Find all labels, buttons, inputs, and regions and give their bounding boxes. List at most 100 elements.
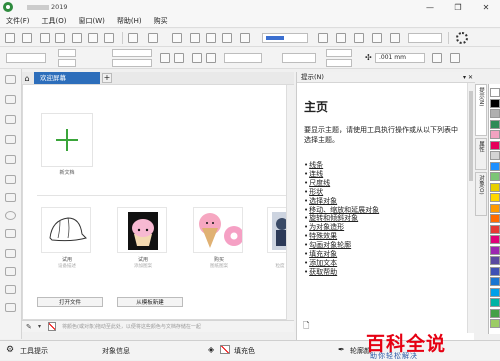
welcome-scrollbar[interactable] [286,85,294,321]
page-width-field[interactable] [112,49,152,57]
color-swatch[interactable] [490,140,500,150]
new-document-icon[interactable] [5,33,15,43]
color-swatch[interactable] [490,224,500,234]
tab-welcome-screen[interactable]: 欢迎屏幕 [34,72,100,84]
topic-link[interactable]: 勾画对象轮廓 [304,241,379,250]
save-icon[interactable] [40,33,50,43]
color-swatch[interactable] [490,203,500,213]
page-icon[interactable]: 🗋 [303,320,309,334]
template-tile-hat[interactable] [41,207,91,253]
parallel-dimension-tool-icon[interactable] [5,267,16,276]
height-field[interactable] [58,59,76,67]
new-from-template-button[interactable]: 从模板新建 [117,297,183,307]
dock-tab-properties[interactable]: 属性 [475,138,487,170]
duplicate-y-field[interactable] [326,59,352,67]
color-swatch[interactable] [490,98,500,108]
color-swatch[interactable] [490,298,500,307]
menu-file[interactable]: 文件(F) [0,16,36,26]
publish-pdf-icon[interactable] [222,33,232,43]
settings-gear-icon[interactable] [456,32,468,44]
ruler-icon[interactable] [354,33,364,43]
paste-icon[interactable] [104,33,114,43]
cut-icon[interactable] [72,33,82,43]
hints-scrollbar[interactable] [467,83,474,333]
color-swatch[interactable] [490,193,500,202]
redo-icon[interactable] [148,33,158,43]
topic-link[interactable]: 旋转和倾斜对象 [304,214,379,223]
page-height-field[interactable] [112,59,152,67]
nudge-offset-field[interactable]: .001 mm [375,53,425,63]
gear-icon[interactable]: ⚙ [6,345,14,355]
grid-icon[interactable] [336,33,346,43]
shape-tool-icon[interactable] [5,95,16,104]
width-field[interactable] [58,49,76,57]
snap-dropdown[interactable] [408,33,442,43]
hints-header-controls[interactable]: ▾ ✕ [463,72,473,83]
units-dropdown[interactable] [224,53,262,63]
menu-buy[interactable]: 购买 [148,16,174,26]
open-folder-icon[interactable] [22,33,32,43]
copy-icon[interactable] [88,33,98,43]
dropdown-arrow-icon[interactable]: ▾ [38,323,41,330]
snap-to-icon[interactable] [318,33,328,43]
crop-tool-icon[interactable] [5,115,16,124]
color-swatch[interactable] [490,119,500,129]
all-pages-icon[interactable] [192,53,202,63]
color-swatch[interactable] [490,151,500,160]
no-fill-swatch[interactable] [48,322,56,331]
color-swatch[interactable] [490,245,500,255]
color-swatch[interactable] [490,109,500,118]
open-file-button[interactable]: 打开文件 [37,297,103,307]
color-swatch[interactable] [490,266,500,276]
template-tile-cupcake[interactable] [117,207,167,253]
new-document-tile[interactable] [41,113,93,167]
color-swatch[interactable] [490,287,500,297]
topic-link[interactable]: 连线 [304,170,379,179]
polygon-tool-icon[interactable] [5,229,16,238]
close-button[interactable]: ✕ [472,0,500,14]
color-swatch[interactable] [490,256,500,265]
undo-icon[interactable] [128,33,138,43]
topic-link[interactable]: 获取帮助 [304,268,379,277]
page-options-icon[interactable] [432,53,442,63]
launch-icon[interactable] [390,33,400,43]
portrait-icon[interactable] [160,53,170,63]
export-icon[interactable] [206,33,216,43]
full-screen-icon[interactable] [240,33,250,43]
color-swatch[interactable] [490,172,500,181]
import-icon[interactable] [190,33,200,43]
pin-icon[interactable]: ✎ [26,323,32,331]
dock-tab-objects[interactable]: 对象(O) [475,172,487,216]
search-content-icon[interactable] [172,33,182,43]
guidelines-icon[interactable] [372,33,382,43]
topic-link[interactable]: 特殊效果 [304,232,379,241]
duplicate-x-field[interactable] [326,49,352,57]
current-page-icon[interactable] [206,53,216,63]
freehand-tool-icon[interactable] [5,155,16,164]
topic-link[interactable]: 添加文本 [304,259,379,268]
text-tool-icon[interactable] [5,249,16,258]
topic-link[interactable]: 选择对象 [304,197,379,206]
topic-link[interactable]: 为对象造形 [304,223,379,232]
options-icon[interactable] [450,53,460,63]
color-swatch[interactable] [490,235,500,244]
minimize-button[interactable]: — [416,0,444,14]
menu-tools[interactable]: 工具(O) [36,16,73,26]
page-size-dropdown[interactable] [6,53,46,63]
color-swatch[interactable] [490,88,500,97]
rectangle-tool-icon[interactable] [5,193,16,202]
color-swatch[interactable] [490,130,500,139]
zoom-tool-icon[interactable] [5,135,16,144]
color-swatch[interactable] [490,308,500,318]
color-swatch[interactable] [490,277,500,286]
color-swatch[interactable] [490,161,500,171]
artistic-media-tool-icon[interactable] [5,175,16,184]
nudge-distance-field[interactable] [282,53,316,63]
ellipse-tool-icon[interactable] [5,211,16,220]
zoom-level-dropdown[interactable] [262,33,308,43]
menu-help[interactable]: 帮助(H) [111,16,148,26]
topic-link[interactable]: 线条 [304,161,379,170]
home-icon[interactable]: ⌂ [22,72,32,84]
print-icon[interactable] [55,33,65,43]
topic-link[interactable]: 形状 [304,188,379,197]
